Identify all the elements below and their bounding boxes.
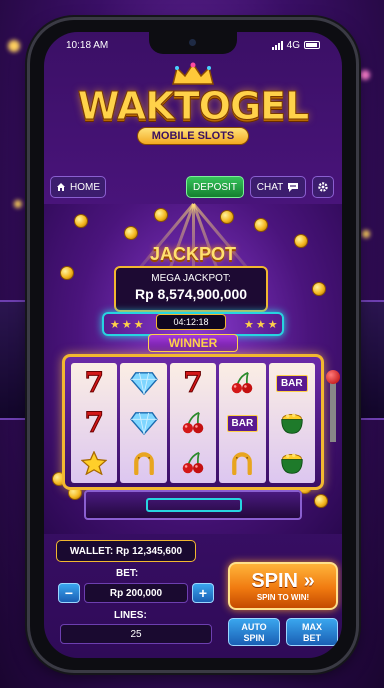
diamond-icon (120, 403, 166, 443)
coin-icon (220, 210, 234, 224)
slot-machine-base (84, 490, 302, 520)
ambient-light (14, 200, 22, 208)
star-icon (71, 443, 117, 483)
seven-symbol-text: 7 (84, 406, 105, 439)
slot-machine: 7 7 7 BAR BAR (62, 354, 324, 490)
bet-label: BET: (116, 568, 139, 579)
seven-symbol-text: 7 (183, 366, 204, 399)
winner-banner: WINNER (148, 334, 238, 352)
spin-label: SPIN » (230, 569, 336, 593)
chat-label: CHAT (256, 181, 284, 193)
spin-text: SPIN (251, 570, 298, 592)
coin-icon (124, 226, 138, 240)
gear-icon (318, 182, 328, 192)
lines-label: LINES: (114, 610, 147, 621)
seven-symbol-text: 7 (84, 366, 105, 399)
ambient-light (360, 70, 370, 80)
spin-button[interactable]: SPIN » SPIN TO WIN! (228, 562, 338, 610)
top-nav: HOME DEPOSIT CHAT (50, 174, 336, 200)
seven-symbol: 7 (170, 363, 216, 403)
reel-2 (120, 363, 167, 483)
horseshoe-icon (219, 443, 265, 483)
logo-subtitle: MOBILE SLOTS (136, 127, 250, 145)
fast-forward-icon: » (303, 570, 315, 592)
jackpot-timer: 04:12:18 (156, 314, 226, 330)
cherry-icon (170, 403, 216, 443)
seven-symbol: 7 (71, 363, 117, 403)
logo-title: WAKTOGEL (77, 84, 310, 128)
jackpot-title: JACKPOT (149, 244, 236, 264)
coin-icon (312, 282, 326, 296)
auto-spin-line1: AUTO (241, 622, 267, 632)
pot-of-gold-icon (269, 403, 315, 443)
signal-icon (271, 40, 283, 50)
reel-3: 7 (169, 363, 217, 483)
crown-icon (172, 62, 214, 85)
bar-symbol: BAR (269, 363, 315, 403)
jackpot-label: MEGA JACKPOT: (151, 273, 231, 284)
network-label: 4G (286, 39, 300, 51)
logo: WAKTOGEL MOBILE SLOTS (44, 62, 342, 145)
ambient-light (362, 230, 370, 238)
spin-subtitle: SPIN TO WIN! (256, 593, 310, 602)
reels-grid: 7 7 7 BAR BAR (71, 363, 315, 483)
coin-icon (314, 494, 328, 508)
horseshoe-icon (120, 443, 166, 483)
coin-icon (254, 218, 268, 232)
auto-spin-button[interactable]: AUTO SPIN (228, 618, 280, 646)
cherry-icon (219, 363, 265, 403)
bar-symbol: BAR (219, 403, 265, 443)
bet-value: Rp 200,000 (84, 583, 188, 603)
jackpot-amount: Rp 8,574,900,000 (134, 286, 248, 302)
chat-bubble-icon (288, 182, 299, 192)
coin-icon (60, 266, 74, 280)
phone-power-button (356, 170, 359, 226)
home-label: HOME (70, 181, 100, 193)
coin-icon (74, 214, 88, 228)
diamond-icon (120, 363, 166, 403)
stars-icon: ★★★ (110, 319, 146, 331)
camera-icon (189, 39, 196, 46)
bar-symbol-text: BAR (226, 414, 259, 432)
seven-symbol: 7 (71, 403, 117, 443)
pot-of-gold-icon (269, 443, 315, 483)
stars-icon: ★★★ (244, 319, 280, 331)
bet-decrease-button[interactable]: − (58, 583, 80, 603)
bet-stepper: − Rp 200,000 + (58, 582, 214, 604)
coin-icon (154, 208, 168, 222)
home-icon (57, 183, 65, 191)
settings-button[interactable] (312, 176, 334, 198)
notch (149, 32, 237, 54)
phone-frame: 10:18 AM 4G WAKTOGEL MOBILE SLOTS HOME D… (30, 20, 356, 670)
reel-5: BAR (268, 363, 315, 483)
max-bet-line1: MAX (302, 622, 322, 632)
auto-spin-line2: SPIN (243, 633, 265, 643)
cherry-icon (170, 443, 216, 483)
wallet-balance: WALLET: Rp 12,345,600 (56, 540, 196, 562)
bar-symbol-text: BAR (275, 374, 308, 392)
deposit-button[interactable]: DEPOSIT (186, 176, 244, 198)
jackpot-display: MEGA JACKPOT: Rp 8,574,900,000 (114, 266, 268, 312)
lines-value[interactable]: 25 (60, 624, 212, 644)
lever-knob-icon[interactable] (326, 370, 340, 384)
lever-handle[interactable] (330, 376, 336, 442)
reel-1: 77 (71, 363, 118, 483)
max-bet-button[interactable]: MAX BET (286, 618, 338, 646)
bet-increase-button[interactable]: + (192, 583, 214, 603)
base-neon-slot (146, 498, 242, 512)
reel-4: BAR (219, 363, 266, 483)
phone-screen: 10:18 AM 4G WAKTOGEL MOBILE SLOTS HOME D… (44, 32, 342, 658)
home-button[interactable]: HOME (50, 176, 106, 198)
battery-icon (304, 41, 320, 49)
ambient-light (8, 40, 20, 52)
slot-area: JACKPOT MEGA JACKPOT: Rp 8,574,900,000 ★… (44, 203, 342, 534)
chat-button[interactable]: CHAT (250, 176, 306, 198)
max-bet-line2: BET (303, 633, 321, 643)
